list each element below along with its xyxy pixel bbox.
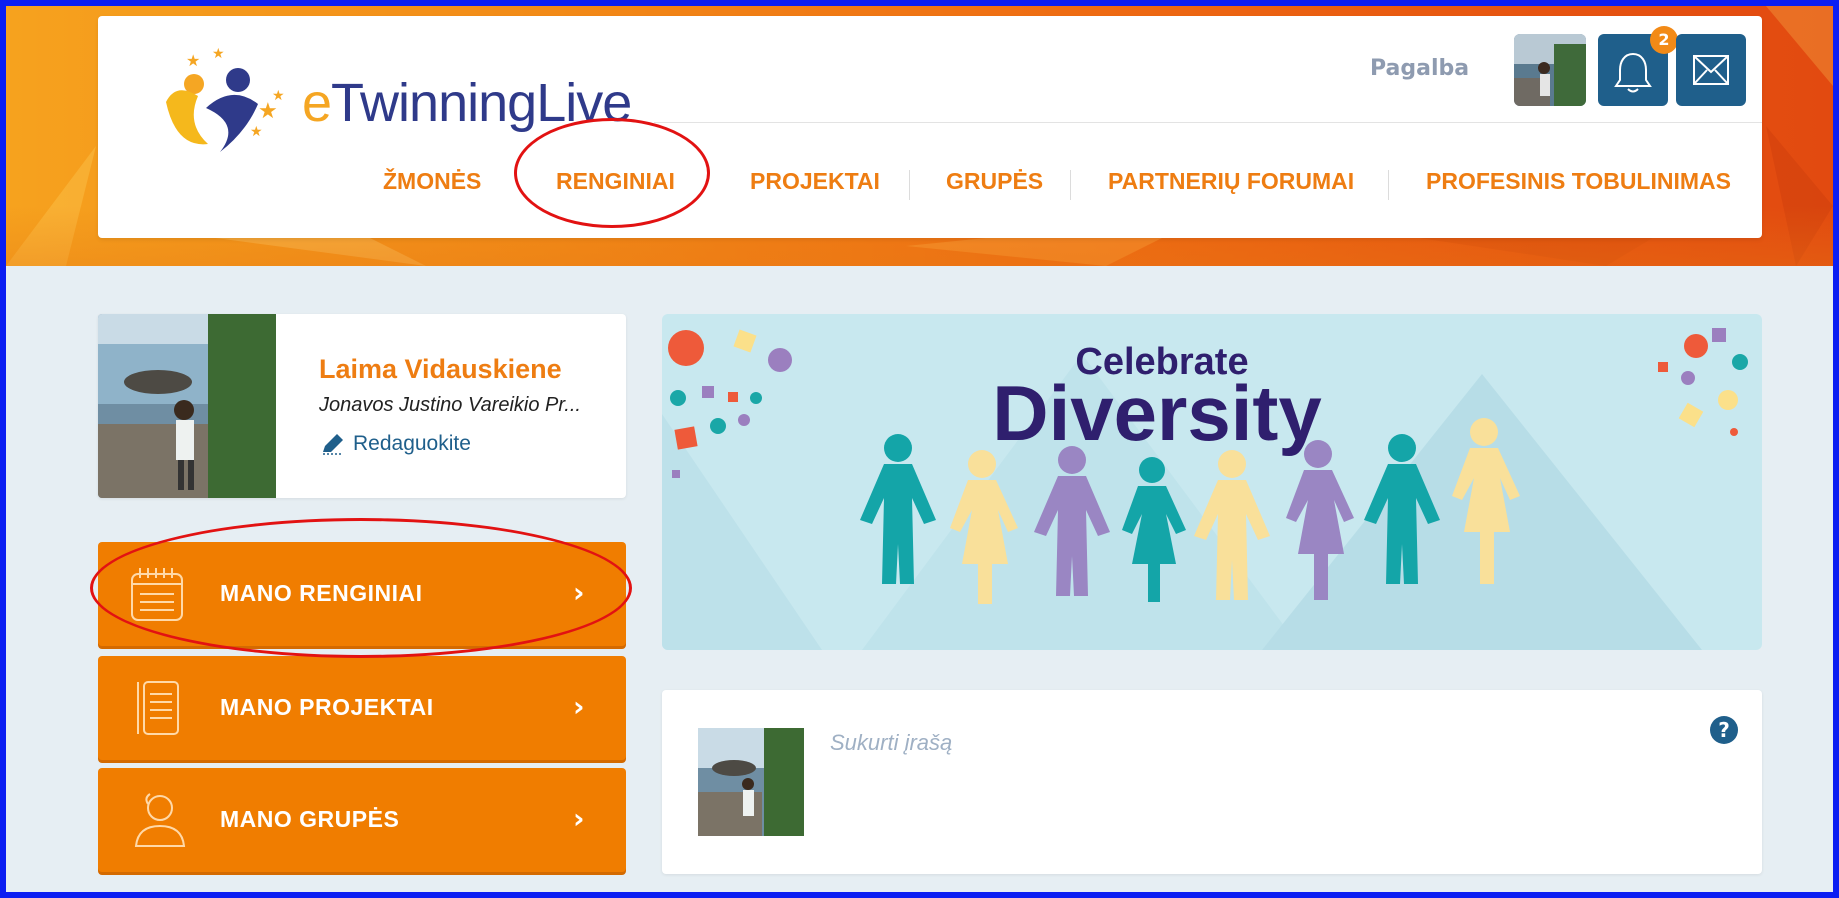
svg-text:★: ★ xyxy=(212,46,225,62)
header-card: ★ ★ ★ ★ ★ eTwinningLive Pagalba 2 ŽMONĖS… xyxy=(98,16,1762,238)
my-projects-label: MANO PROJEKTAI xyxy=(220,694,434,720)
profile-school: Jonavos Justino Vareikio Pr... xyxy=(319,394,581,416)
my-projects-button[interactable]: MANO PROJEKTAI › xyxy=(98,656,626,760)
svg-text:★: ★ xyxy=(186,51,200,70)
main-nav: ŽMONĖS RENGINIAI PROJEKTAI GRUPĖS PARTNE… xyxy=(98,168,1762,204)
annotation-circle-nav-events xyxy=(514,118,710,228)
profile-name[interactable]: Laima Vidauskiene xyxy=(319,354,562,385)
banner-line2: Diversity xyxy=(992,369,1322,457)
my-groups-button[interactable]: MANO GRUPĖS › xyxy=(98,768,626,872)
logo-prefix: e xyxy=(302,73,332,133)
header-separator xyxy=(654,122,1762,123)
edit-profile-label: Redaguokite xyxy=(353,432,471,455)
create-post-input[interactable]: Sukurti įrašą xyxy=(830,730,952,756)
help-icon[interactable]: ? xyxy=(1710,716,1738,744)
nav-item-partner-forums[interactable]: PARTNERIŲ FORUMAI xyxy=(1108,168,1354,195)
nav-item-projects[interactable]: PROJEKTAI xyxy=(750,168,880,195)
logo-main: Twinning xyxy=(331,73,537,133)
pencil-icon xyxy=(323,434,343,456)
help-link[interactable]: Pagalba xyxy=(1370,56,1469,81)
nav-divider xyxy=(909,170,910,200)
svg-text:★: ★ xyxy=(272,88,285,104)
profile-card: Laima Vidauskiene Jonavos Justino Vareik… xyxy=(98,314,626,498)
chevron-right-icon: › xyxy=(573,690,585,723)
avatar-photo xyxy=(1514,34,1586,106)
banner-illustration: Celebrate Diversity xyxy=(662,328,1748,650)
mail-icon xyxy=(1693,55,1729,85)
chevron-right-icon: › xyxy=(573,802,585,835)
create-post-card: Sukurti įrašą ? xyxy=(662,690,1762,874)
users-icon xyxy=(134,793,186,847)
nav-divider xyxy=(1070,170,1071,200)
edit-profile-link[interactable]: Redaguokite xyxy=(319,432,471,456)
nav-item-professional-development[interactable]: PROFESINIS TOBULINIMAS xyxy=(1426,168,1731,195)
messages-button[interactable] xyxy=(1676,34,1746,106)
nav-item-groups[interactable]: GRUPĖS xyxy=(946,168,1043,195)
celebrate-diversity-banner[interactable]: Celebrate Diversity xyxy=(662,314,1762,650)
user-avatar[interactable] xyxy=(1514,34,1586,106)
page-frame: ★ ★ ★ ★ ★ eTwinningLive Pagalba 2 ŽMONĖS… xyxy=(6,6,1833,892)
annotation-circle-my-events xyxy=(90,518,632,658)
svg-text:★: ★ xyxy=(250,124,263,140)
post-author-avatar xyxy=(698,728,804,836)
my-groups-label: MANO GRUPĖS xyxy=(220,806,400,832)
profile-photo[interactable] xyxy=(98,314,276,498)
notification-badge: 2 xyxy=(1650,26,1678,54)
nav-divider xyxy=(1388,170,1389,200)
nav-item-people[interactable]: ŽMONĖS xyxy=(383,168,481,195)
document-icon xyxy=(137,681,179,735)
